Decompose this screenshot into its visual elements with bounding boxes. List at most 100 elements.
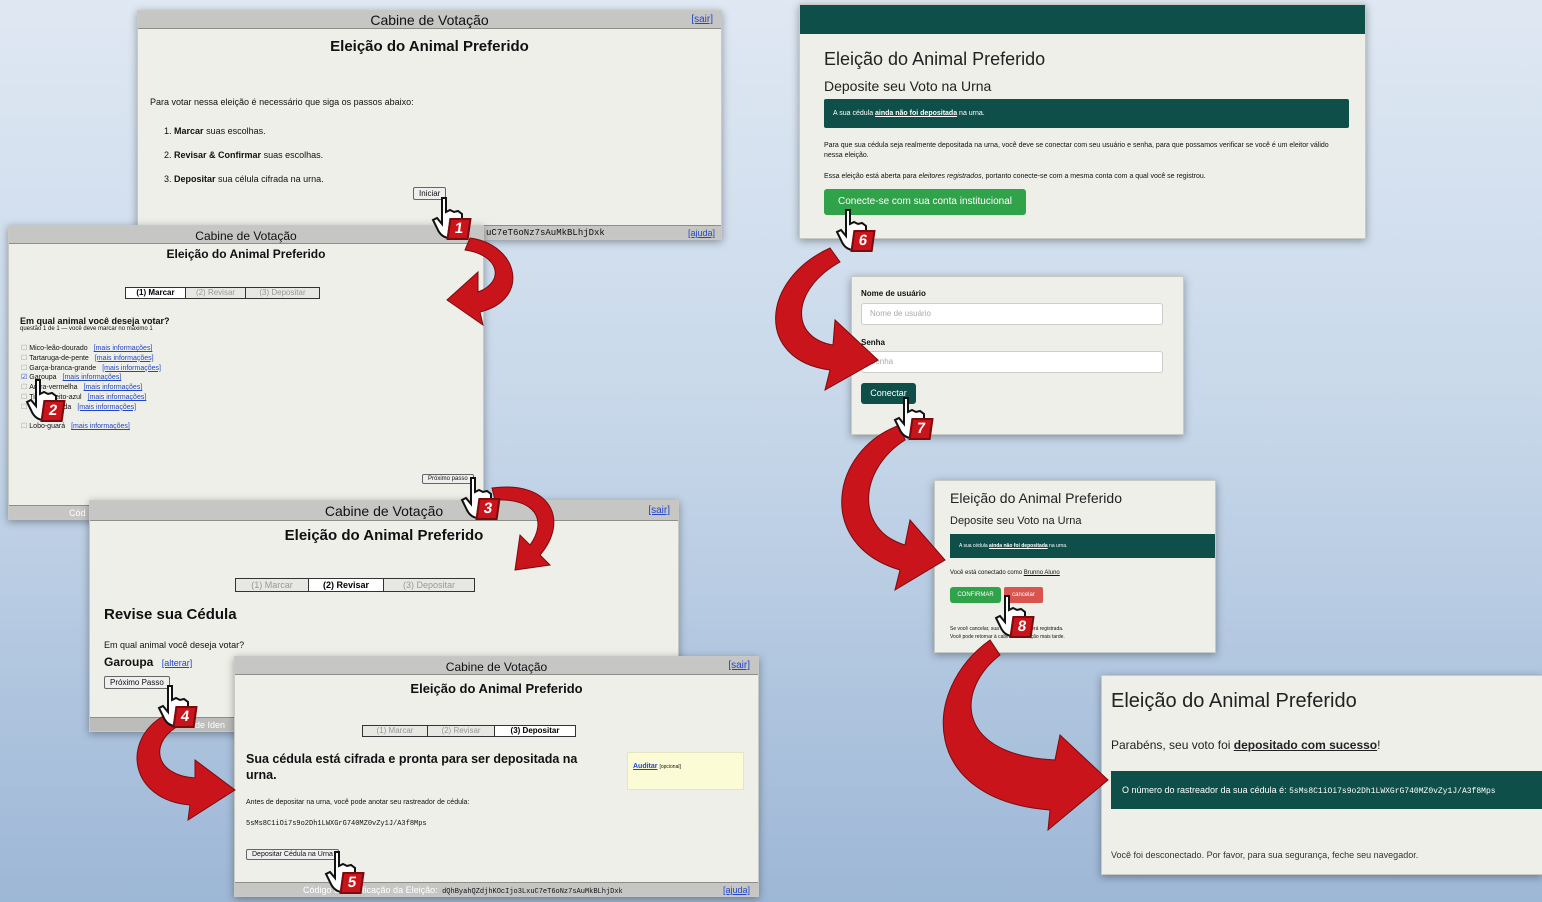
option-label: Garça-branca-grande [29, 364, 97, 372]
step-number-badge: 2 [40, 400, 66, 422]
page-subtitle: Deposite seu Voto na Urna [950, 515, 1082, 527]
checkbox[interactable]: ☐ [21, 423, 27, 430]
step-number-badge: 8 [1009, 616, 1035, 638]
election-title: Eleição do Animal Preferido [950, 490, 1122, 506]
step-marker: 6 [834, 208, 878, 252]
option-row[interactable]: ☐ Lobo-guará [mais informações] [21, 422, 161, 432]
step-marker: 5 [323, 850, 367, 894]
tracker-code: 5sMs8C1iOi7s9o2Dh1LWXGrG740MZ0vZy1J/A3f8… [246, 820, 427, 828]
option-row[interactable]: ☐ Garça-branca-grande [mais informações] [21, 364, 161, 374]
step-number-badge: 6 [850, 230, 876, 252]
step-item: 3. Depositar sua célula cifrada na urna. [164, 174, 324, 184]
username-label: Nome de usuário [861, 289, 926, 298]
booth-panel-deposit: Cabine de Votação [sair] Eleição do Anim… [234, 656, 759, 897]
step-marker: 8 [993, 594, 1037, 638]
header-bar [800, 5, 1365, 34]
registration-note: Essa eleição está aberta para eleitores … [824, 173, 1206, 180]
connected-as: Você está conectado como Brunno Aluno [950, 570, 1060, 576]
footer-fragment: Cód [69, 508, 86, 518]
tab-deposit: (3) Depositar [402, 580, 456, 590]
more-info-link[interactable]: [mais informações] [71, 423, 130, 430]
arrow-7-icon [841, 424, 946, 592]
tracker-code: 5sMs8C1iOi7s9o2Dh1LWXGrG740MZ0vZy1J/A3f8… [1289, 787, 1496, 796]
tab-review: (2) Revisar [428, 726, 495, 736]
booth-title: Cabine de Votação [445, 660, 548, 674]
step-number-badge: 3 [475, 498, 501, 520]
tracker-alert: O número do rastreador da sua cédula é: … [1111, 771, 1542, 809]
review-answer-row: Garoupa [alterar] [104, 653, 192, 671]
step-marker: 4 [156, 684, 200, 728]
intro-text: Para votar nessa eleição é necessário qu… [150, 97, 414, 107]
help-link[interactable]: [ajuda] [723, 883, 750, 896]
status-alert: A sua cédula ainda não foi depositada na… [824, 99, 1349, 128]
audit-optional: [opcional] [659, 764, 681, 770]
election-title: Eleição do Animal Preferido [166, 247, 326, 261]
election-title: Eleição do Animal Preferido [330, 38, 529, 55]
booth-title-bar: Cabine de Votação [sair] [90, 501, 678, 521]
step-number-badge: 1 [446, 218, 472, 240]
logout-link[interactable]: [sair] [691, 11, 713, 29]
checkbox[interactable]: ☐ [21, 345, 27, 352]
login-instructions: Para que sua cédula seja realmente depos… [824, 142, 1329, 159]
tab-review: (2) Revisar [309, 579, 384, 591]
step-marker: 7 [892, 396, 936, 440]
change-link[interactable]: [alterar] [162, 658, 193, 668]
logout-message: Você foi desconectado. Por favor, para s… [1111, 850, 1419, 860]
page-subtitle: Deposite seu Voto na Urna [824, 78, 992, 94]
tab-review: (2) Revisar [186, 288, 246, 298]
step-number-badge: 4 [172, 706, 198, 728]
password-input[interactable]: Senha [861, 351, 1163, 373]
more-info-link[interactable]: [mais informações] [94, 345, 153, 352]
more-info-link[interactable]: [mais informações] [77, 404, 136, 411]
deposit-heading: Sua cédula está cifrada e pronta para se… [246, 752, 578, 782]
booth-title: Cabine de Votação [195, 229, 297, 243]
steps-list: 1. Marcar suas escolhas. 2. Revisar & Co… [164, 119, 324, 191]
tab-mark: (1) Marcar [363, 726, 428, 736]
step-number-badge: 5 [339, 872, 365, 894]
election-title: Eleição do Animal Preferido [284, 527, 484, 544]
step-marker: 1 [430, 196, 474, 240]
logout-link[interactable]: [sair] [648, 501, 670, 521]
arrow-8-icon [942, 639, 1109, 832]
question-subtitle: questão 1 de 1 — você deve marcar no máx… [20, 326, 153, 332]
tracker-note: Antes de depositar na urna, você pode an… [246, 799, 470, 806]
step-item: 1. Marcar suas escolhas. [164, 126, 266, 136]
step-marker: 2 [24, 378, 68, 422]
deposit-login-panel: Eleição do Animal Preferido Deposite seu… [799, 4, 1366, 239]
election-title: Eleição do Animal Preferido [824, 49, 1046, 69]
booth-title-bar: Cabine de Votação [9, 226, 483, 244]
help-link[interactable]: [ajuda] [688, 228, 715, 238]
step-number-badge: 7 [908, 418, 934, 440]
option-row[interactable]: ☐ Tartaruga-de-pente [mais informações] [21, 354, 161, 364]
password-label: Senha [861, 338, 886, 347]
tab-deposit: (3) Depositar [259, 288, 306, 297]
booth-title-bar: Cabine de Votação [sair] [138, 11, 721, 29]
tab-deposit: (3) Depositar [495, 726, 575, 736]
checkbox[interactable]: ☐ [21, 355, 27, 362]
more-info-link[interactable]: [mais informações] [102, 365, 161, 372]
election-title: Eleição do Animal Preferido [1111, 690, 1357, 712]
more-info-link[interactable]: [mais informações] [88, 394, 147, 401]
tab-mark: (1) Marcar [126, 288, 186, 298]
audit-box: Auditar [opcional] [627, 752, 744, 790]
option-row[interactable]: ☐ Mico-leão-dourado [mais informações] [21, 344, 161, 354]
status-alert: A sua cédula ainda não foi depositada na… [950, 534, 1215, 558]
step-marker: 3 [459, 476, 503, 520]
review-question: Em qual animal você deseja votar? [104, 640, 245, 650]
checkbox[interactable]: ☐ [21, 365, 27, 372]
tab-mark: (1) Marcar [236, 579, 309, 591]
username-input[interactable]: Nome de usuário [861, 303, 1163, 325]
booth-panel-mark: Cabine de Votação Eleição do Animal Pref… [8, 225, 484, 520]
more-info-link[interactable]: [mais informações] [63, 374, 122, 381]
more-info-link[interactable]: [mais informações] [84, 384, 143, 391]
audit-link[interactable]: Auditar [633, 763, 658, 770]
review-heading: Revise sua Cédula [104, 606, 237, 623]
booth-footer: Código de Verificação da Eleição: dQhBya… [235, 882, 758, 896]
logout-link[interactable]: [sair] [728, 657, 750, 675]
election-hash: uC7eT6oNz7sAuMkBLhjDxk [486, 228, 605, 238]
option-label: Lobo-guará [29, 423, 66, 431]
election-hash: dQhByahQZdjhKOcIjo3LxuC7eT6oNz7sAuMkBLhj… [442, 888, 623, 896]
booth-title: Cabine de Votação [370, 12, 489, 28]
more-info-link[interactable]: [mais informações] [95, 355, 154, 362]
success-message: Parabéns, seu voto foi depositado com su… [1111, 738, 1381, 752]
